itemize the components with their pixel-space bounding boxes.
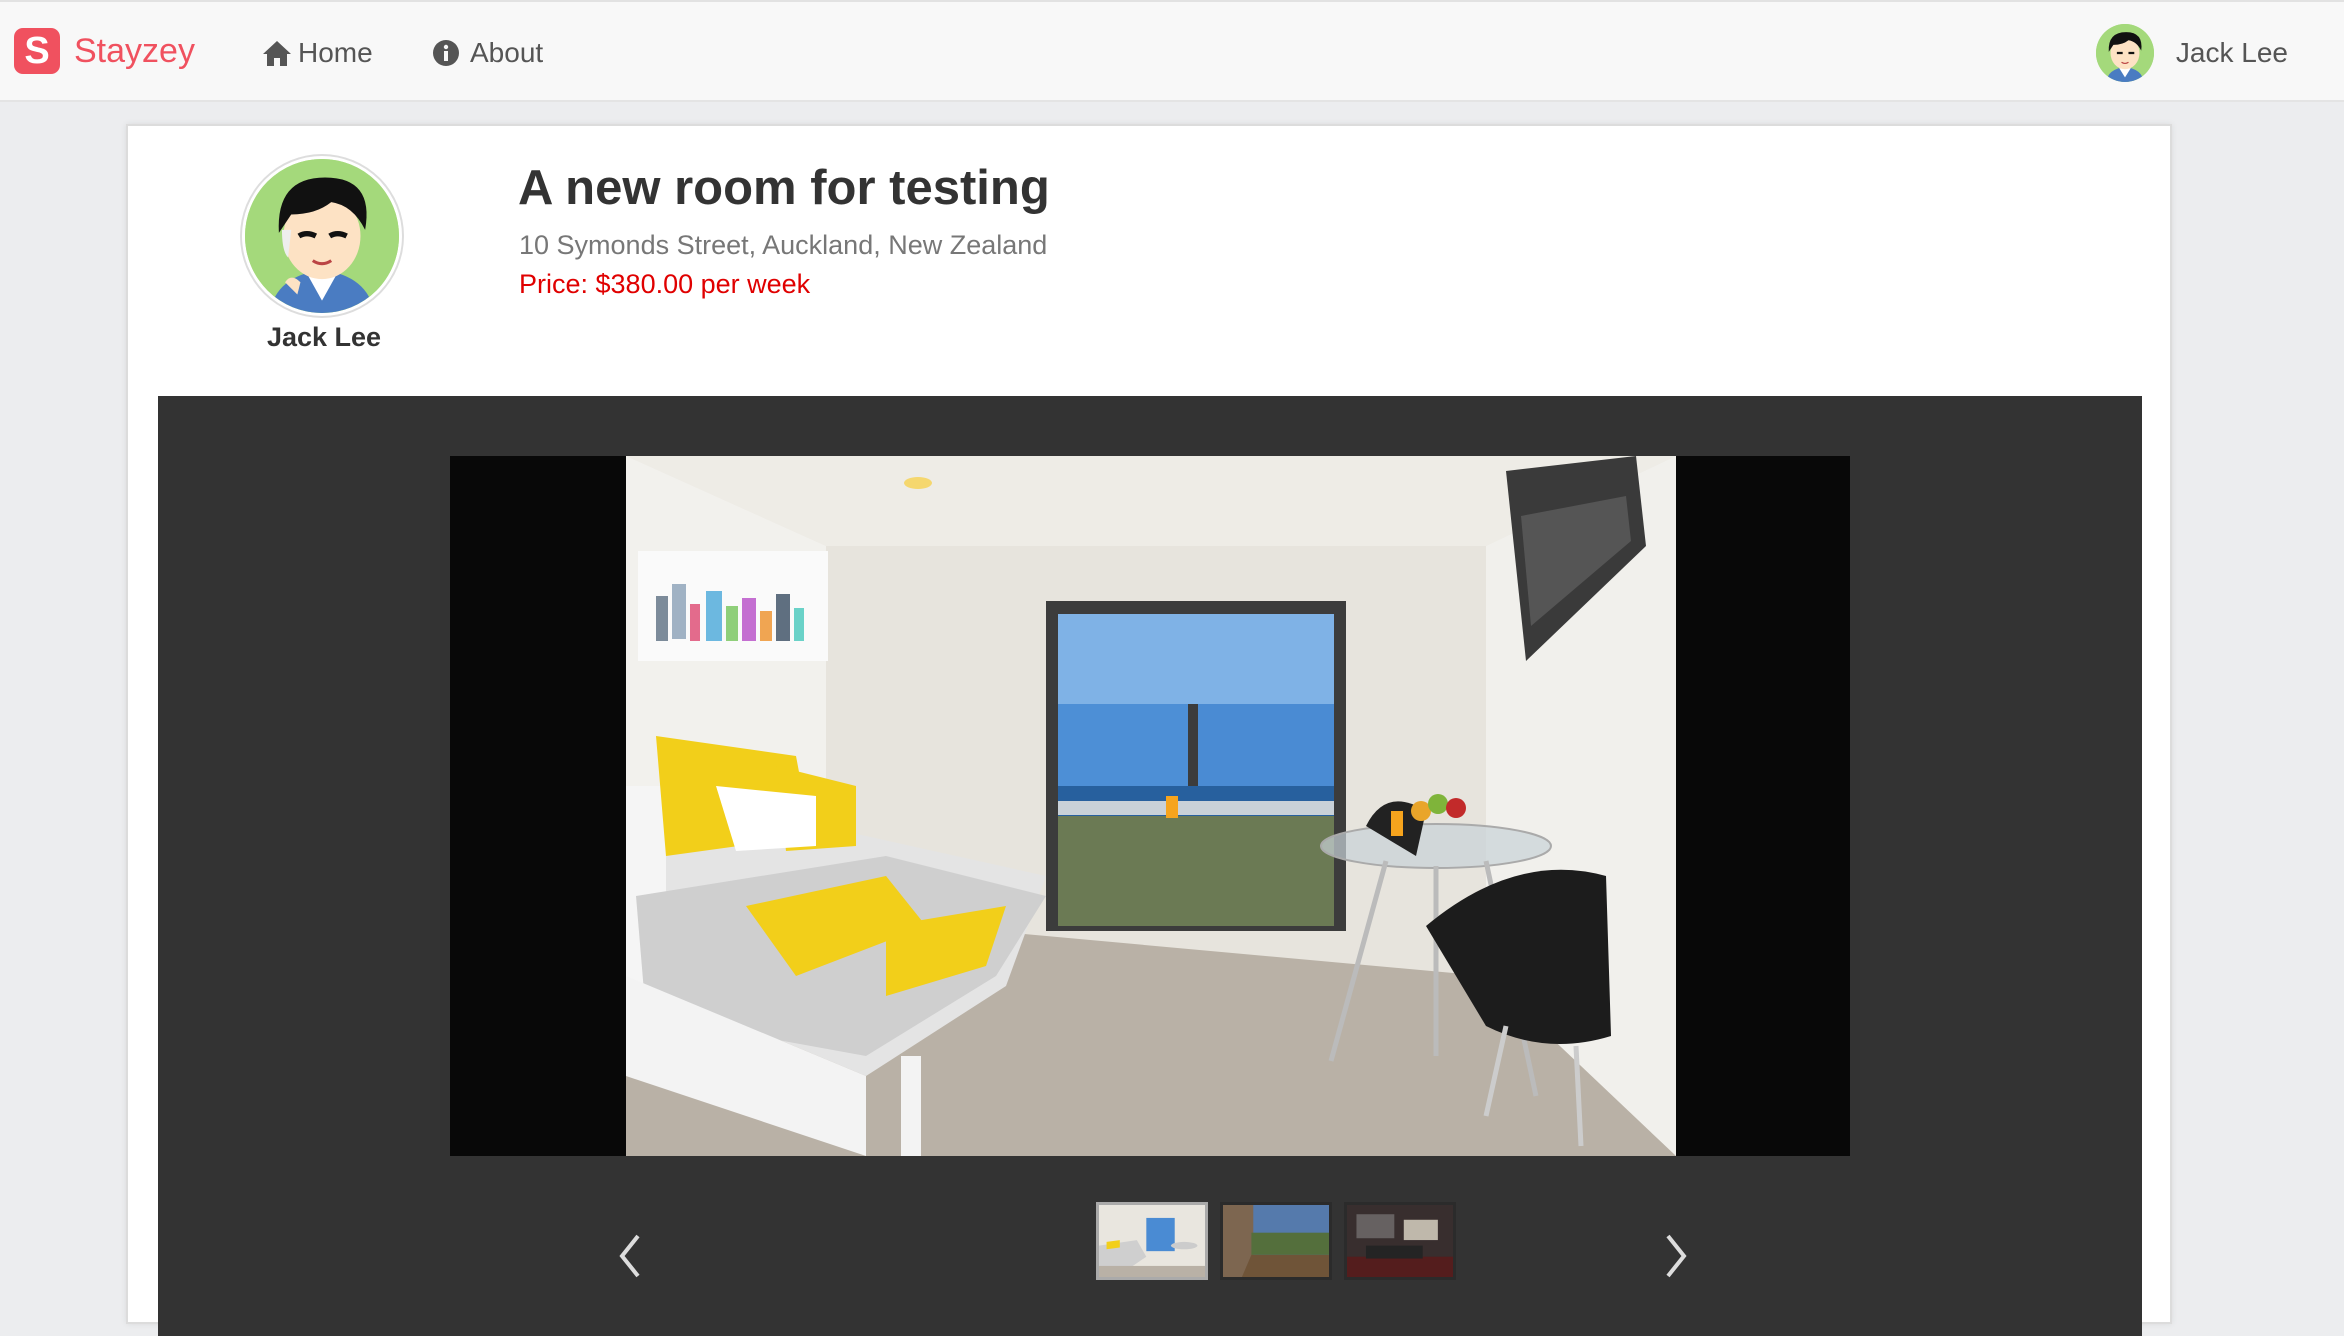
chevron-right-icon[interactable] [1656,1226,1696,1286]
host-avatar [242,156,402,316]
photo-gallery [158,396,2142,1336]
brand-name: Stayzey [74,31,195,70]
thumbnail-living-room[interactable] [1344,1202,1456,1280]
host-name: Jack Lee [266,322,382,352]
listing-title: A new room for testing [518,161,1050,215]
room-photo [626,456,1676,1156]
host-profile[interactable]: Jack Lee [242,156,406,353]
thumbnail-bedroom[interactable] [1096,1202,1208,1280]
nav-about-label: About [470,37,544,68]
nav-about-link[interactable]: About [432,32,543,74]
thumbnail-strip [1096,1202,1456,1280]
brand-logo-icon: S [14,28,60,74]
listing-panel: Jack Lee A new room for testing 10 Symon… [126,124,2172,1336]
nav-home-link[interactable]: Home [262,32,373,74]
info-icon [433,40,459,66]
user-menu[interactable]: Jack Lee [2095,22,2288,84]
home-icon [263,41,291,66]
chevron-left-icon[interactable] [610,1226,650,1286]
user-avatar [2095,24,2154,82]
user-name: Jack Lee [2175,37,2288,68]
listing-address: 10 Symonds Street, Auckland, New Zealand [519,230,1048,260]
nav-home-label: Home [298,37,373,68]
brand-link[interactable]: S Stayzey [14,28,195,74]
listing-price: Price: $380.00 per week [519,269,811,299]
gallery-main-slide[interactable] [450,456,1850,1156]
thumbnail-deck[interactable] [1220,1202,1332,1280]
navbar: S Stayzey Home About Jack Lee [0,0,2344,102]
